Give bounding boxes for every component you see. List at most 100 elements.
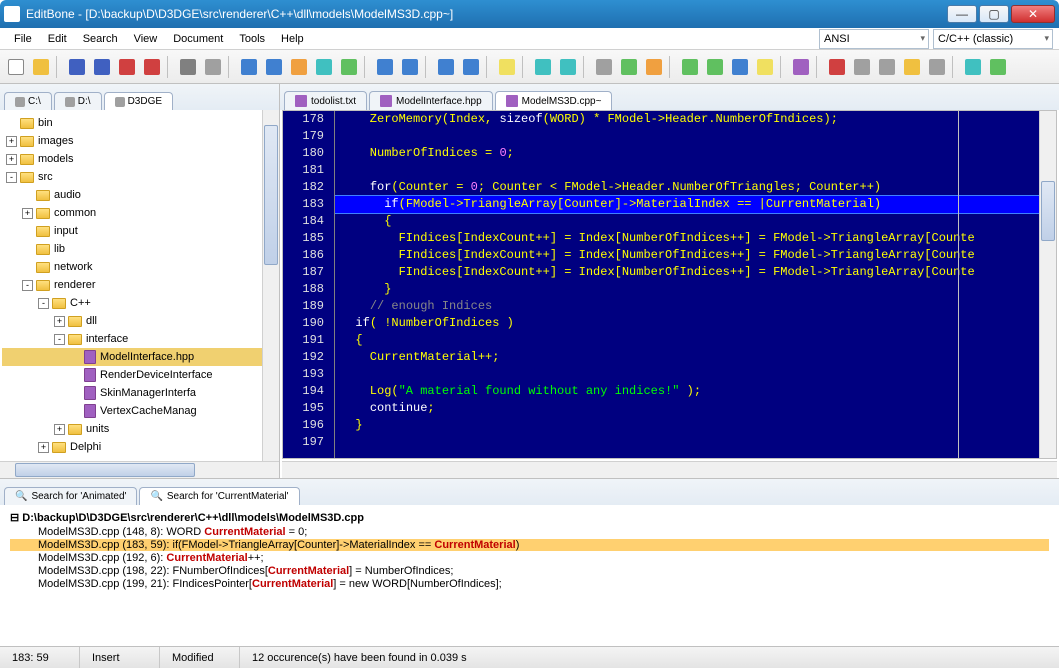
linenumbers-button[interactable] <box>703 55 727 79</box>
tree-expander-icon[interactable]: + <box>54 316 65 327</box>
sort-asc-button[interactable] <box>434 55 458 79</box>
find-button[interactable] <box>592 55 616 79</box>
options-button[interactable] <box>961 55 985 79</box>
close-file-button[interactable] <box>115 55 139 79</box>
tree-expander-icon[interactable]: - <box>22 280 33 291</box>
macro-stop-button[interactable] <box>850 55 874 79</box>
bookmark-button[interactable] <box>495 55 519 79</box>
code-line[interactable]: { <box>335 332 1039 349</box>
tree-folder[interactable]: +Delphi <box>2 438 277 456</box>
code-line[interactable] <box>335 434 1039 451</box>
tree-folder[interactable]: +dll <box>2 312 277 330</box>
undo-button[interactable] <box>237 55 261 79</box>
search-tab[interactable]: 🔍Search for 'Animated' <box>4 487 137 505</box>
code-line[interactable]: if(FModel->TriangleArray[Counter]->Mater… <box>335 196 1039 213</box>
tree-expander-icon[interactable]: + <box>38 442 49 453</box>
save-button[interactable] <box>65 55 89 79</box>
tree-folder[interactable]: -src <box>2 168 277 186</box>
search-result-line[interactable]: ModelMS3D.cpp (192, 6): CurrentMaterial+… <box>10 552 1049 564</box>
tree-folder[interactable]: -renderer <box>2 276 277 294</box>
code-line[interactable]: } <box>335 281 1039 298</box>
tree-file[interactable]: RenderDeviceInterface <box>2 366 277 384</box>
new-button[interactable] <box>4 55 28 79</box>
browser-forward-button[interactable] <box>556 55 580 79</box>
sort-desc-button[interactable] <box>459 55 483 79</box>
tree-folder[interactable]: +models <box>2 150 277 168</box>
tree-folder[interactable]: audio <box>2 186 277 204</box>
tree-scrollbar-horizontal[interactable] <box>0 461 279 478</box>
file-tab[interactable]: ModelMS3D.cpp~ <box>495 91 613 110</box>
tree-expander-icon[interactable]: - <box>54 334 65 345</box>
tree-file[interactable]: VertexCacheManag <box>2 402 277 420</box>
tree-folder[interactable]: +common <box>2 204 277 222</box>
code-line[interactable]: FIndices[IndexCount++] = Index[NumberOfI… <box>335 264 1039 281</box>
encoding-combo[interactable]: ANSI <box>819 29 929 49</box>
search-result-line[interactable]: ModelMS3D.cpp (198, 22): FNumberOfIndice… <box>10 565 1049 577</box>
tree-expander-icon[interactable]: + <box>6 136 17 147</box>
macro-open-button[interactable] <box>900 55 924 79</box>
tree-expander-icon[interactable]: + <box>6 154 17 165</box>
code-line[interactable]: // enough Indices <box>335 298 1039 315</box>
search-result-line[interactable]: ModelMS3D.cpp (199, 21): FIndicesPointer… <box>10 578 1049 590</box>
macro-record-button[interactable] <box>825 55 849 79</box>
drive-tab[interactable]: C:\ <box>4 92 52 110</box>
print-button[interactable] <box>176 55 200 79</box>
macro-save-button[interactable] <box>925 55 949 79</box>
copy-button[interactable] <box>312 55 336 79</box>
redo-button[interactable] <box>262 55 286 79</box>
code-line[interactable]: Log("A material found without any indice… <box>335 383 1039 400</box>
menu-help[interactable]: Help <box>273 31 312 47</box>
tree-expander-icon[interactable]: - <box>6 172 17 183</box>
code-line[interactable]: for(Counter = 0; Counter < FModel->Heade… <box>335 179 1039 196</box>
code-line[interactable]: continue; <box>335 400 1039 417</box>
tree-folder[interactable]: -interface <box>2 330 277 348</box>
wordwrap-button[interactable] <box>678 55 702 79</box>
code-editor[interactable]: 1781791801811821831841851861871881891901… <box>282 110 1057 459</box>
code-area[interactable]: ZeroMemory(Index, sizeof(WORD) * FModel-… <box>335 111 1039 458</box>
tree-expander-icon[interactable]: - <box>38 298 49 309</box>
code-line[interactable] <box>335 366 1039 383</box>
code-line[interactable] <box>335 128 1039 145</box>
save-all-button[interactable] <box>90 55 114 79</box>
tree-folder[interactable]: +images <box>2 132 277 150</box>
tree-folder[interactable]: input <box>2 222 277 240</box>
editor-scrollbar-vertical[interactable] <box>1039 111 1056 458</box>
print-preview-button[interactable] <box>201 55 225 79</box>
open-button[interactable] <box>29 55 53 79</box>
selection-button[interactable] <box>753 55 777 79</box>
code-line[interactable]: FIndices[IndexCount++] = Index[NumberOfI… <box>335 247 1039 264</box>
search-tab[interactable]: 🔍Search for 'CurrentMaterial' <box>139 487 299 505</box>
code-line[interactable]: FIndices[IndexCount++] = Index[NumberOfI… <box>335 230 1039 247</box>
find-in-files-button[interactable] <box>642 55 666 79</box>
specialchars-button[interactable] <box>728 55 752 79</box>
browser-back-button[interactable] <box>531 55 555 79</box>
editor-scrollbar-horizontal[interactable] <box>282 461 1057 478</box>
code-line[interactable]: if( !NumberOfIndices ) <box>335 315 1039 332</box>
search-result-line[interactable]: ModelMS3D.cpp (148, 8): WORD CurrentMate… <box>10 526 1049 538</box>
menu-file[interactable]: File <box>6 31 40 47</box>
macro-play-button[interactable] <box>875 55 899 79</box>
tree-folder[interactable]: lib <box>2 240 277 258</box>
unindent-button[interactable] <box>398 55 422 79</box>
close-button[interactable]: ✕ <box>1011 5 1055 23</box>
result-file-path[interactable]: D:\backup\D\D3DGE\src\renderer\C++\dll\m… <box>10 511 1049 524</box>
menu-tools[interactable]: Tools <box>231 31 273 47</box>
cut-button[interactable] <box>287 55 311 79</box>
menu-search[interactable]: Search <box>75 31 126 47</box>
code-line[interactable] <box>335 162 1039 179</box>
language-combo[interactable]: C/C++ (classic) <box>933 29 1053 49</box>
drive-tab[interactable]: D:\ <box>54 92 102 110</box>
menu-view[interactable]: View <box>126 31 166 47</box>
maximize-button[interactable]: ▢ <box>979 5 1009 23</box>
code-line[interactable]: ZeroMemory(Index, sizeof(WORD) * FModel-… <box>335 111 1039 128</box>
replace-button[interactable] <box>617 55 641 79</box>
search-result-line[interactable]: ModelMS3D.cpp (183, 59): if(FModel->Tria… <box>10 539 1049 551</box>
code-line[interactable]: NumberOfIndices = 0; <box>335 145 1039 162</box>
code-line[interactable]: } <box>335 417 1039 434</box>
tree-folder[interactable]: -C++ <box>2 294 277 312</box>
tree-expander-icon[interactable]: + <box>22 208 33 219</box>
tree-expander-icon[interactable]: + <box>54 424 65 435</box>
file-tab[interactable]: ModelInterface.hpp <box>369 91 493 110</box>
drive-tab[interactable]: D3DGE <box>104 92 173 110</box>
tree-file[interactable]: ModelInterface.hpp <box>2 348 277 366</box>
